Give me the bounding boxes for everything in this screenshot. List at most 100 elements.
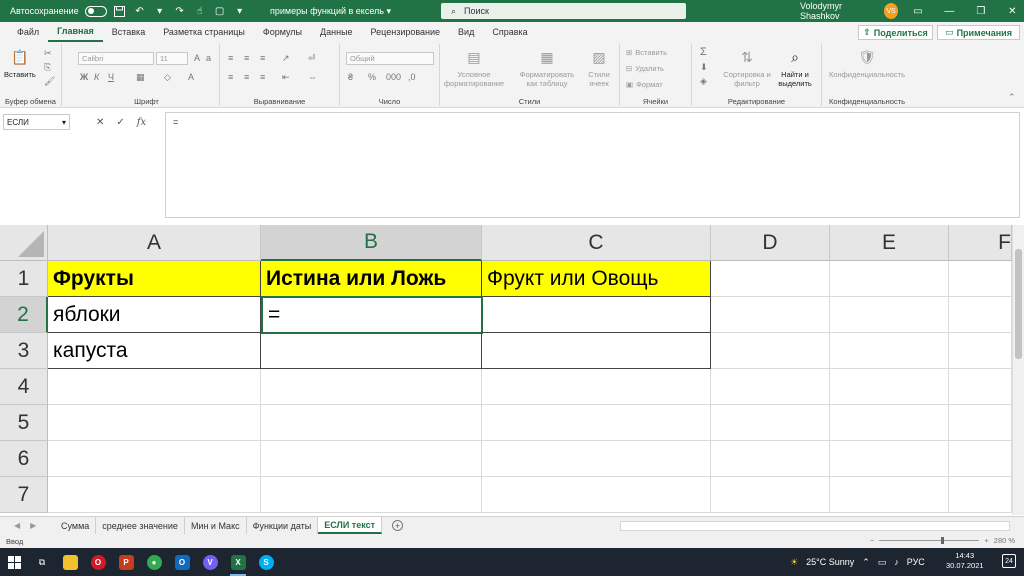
delete-cells-button[interactable]: ⊟ Удалить xyxy=(626,64,664,73)
align-middle-icon[interactable]: ≡ xyxy=(244,53,249,63)
touch-mode-icon[interactable]: ☝ xyxy=(193,4,207,18)
row-header-1[interactable]: 1 xyxy=(0,261,48,297)
decimal-icon[interactable]: ,0 xyxy=(408,72,416,82)
powerpoint-icon[interactable]: P xyxy=(112,548,140,576)
cell-d6[interactable] xyxy=(711,441,830,477)
cell-a4[interactable] xyxy=(48,369,261,405)
excel-icon[interactable]: X xyxy=(224,548,252,576)
format-painter-icon[interactable]: 🖌 xyxy=(44,76,55,87)
column-header-e[interactable]: E xyxy=(830,225,949,261)
format-as-table-button[interactable]: ▦ Форматировать как таблицу xyxy=(516,46,578,89)
format-cells-button[interactable]: ▣ Формат xyxy=(626,80,663,89)
column-header-d[interactable]: D xyxy=(711,225,830,261)
share-button[interactable]: ⇪ Поделиться xyxy=(858,25,933,40)
row-header-5[interactable]: 5 xyxy=(0,405,48,441)
cancel-icon[interactable]: ✕ xyxy=(96,117,104,128)
collapse-ribbon-icon[interactable]: ⌃ xyxy=(1008,92,1016,103)
cell-d4[interactable] xyxy=(711,369,830,405)
windows-start-icon[interactable] xyxy=(0,548,28,576)
cell-d2[interactable] xyxy=(711,297,830,333)
minimize-icon[interactable]: — xyxy=(938,6,961,17)
ribbon-display-icon[interactable]: ▭ xyxy=(906,6,929,17)
clock[interactable]: 14:43 30.07.2021 xyxy=(946,551,984,571)
tab-view[interactable]: Вид xyxy=(449,22,483,42)
clear-icon[interactable]: ◈ xyxy=(700,76,707,87)
underline-icon[interactable]: Ч xyxy=(108,72,114,82)
row-header-3[interactable]: 3 xyxy=(0,333,48,369)
indent-icon[interactable]: ⇤ xyxy=(282,72,290,83)
cell-c2[interactable] xyxy=(482,297,711,333)
shrink-font-icon[interactable]: a xyxy=(206,53,211,63)
cell-b6[interactable] xyxy=(261,441,482,477)
cell-b1[interactable]: Истина или Ложь xyxy=(261,261,482,297)
weather-text[interactable]: 25°C Sunny xyxy=(806,557,854,567)
cell-b5[interactable] xyxy=(261,405,482,441)
align-center-icon[interactable]: ≡ xyxy=(244,72,249,82)
save-icon[interactable] xyxy=(113,4,127,18)
cell-f3[interactable] xyxy=(949,333,1012,369)
cell-e7[interactable] xyxy=(830,477,949,513)
user-name[interactable]: Volodymyr Shashkov xyxy=(800,1,876,21)
row-header-6[interactable]: 6 xyxy=(0,441,48,477)
restore-icon[interactable]: ❐ xyxy=(969,6,992,17)
cell-b4[interactable] xyxy=(261,369,482,405)
autosave-toggle[interactable] xyxy=(84,5,107,17)
cell-a6[interactable] xyxy=(48,441,261,477)
undo-icon[interactable]: ↶ xyxy=(133,4,147,18)
tab-file[interactable]: Файл xyxy=(8,22,48,42)
zoom-level[interactable]: 280 % xyxy=(994,536,1015,545)
conditional-formatting-button[interactable]: ▤ Условное форматирование xyxy=(444,46,504,89)
prev-sheet-icon[interactable]: ◀ xyxy=(14,521,20,530)
network-icon[interactable]: ▭ xyxy=(878,557,887,568)
tab-insert[interactable]: Вставка xyxy=(103,22,154,42)
cell-e5[interactable] xyxy=(830,405,949,441)
zoom-slider[interactable] xyxy=(879,537,980,544)
cell-f1[interactable] xyxy=(949,261,1012,297)
cell-a7[interactable] xyxy=(48,477,261,513)
font-color-icon[interactable]: A xyxy=(188,72,194,82)
notification-center-icon[interactable]: 24 xyxy=(1002,554,1016,568)
enter-icon[interactable]: ✓ xyxy=(116,117,124,128)
name-box[interactable]: ЕСЛИ ▾ xyxy=(3,114,70,130)
insert-function-icon[interactable]: fx xyxy=(137,117,146,128)
print-preview-icon[interactable]: ▢ xyxy=(213,4,227,18)
add-sheet-icon[interactable]: + xyxy=(392,520,404,531)
customize-qat-icon[interactable]: ▾ xyxy=(233,4,247,18)
cell-a2[interactable]: яблоки xyxy=(48,297,261,333)
cell-e3[interactable] xyxy=(830,333,949,369)
cell-f6[interactable] xyxy=(949,441,1012,477)
cell-c7[interactable] xyxy=(482,477,711,513)
tab-home[interactable]: Главная xyxy=(48,22,103,42)
row-header-4[interactable]: 4 xyxy=(0,369,48,405)
cell-a5[interactable] xyxy=(48,405,261,441)
number-format-select[interactable]: Общий xyxy=(346,52,434,65)
cell-c1[interactable]: Фрукт или Овощь xyxy=(482,261,711,297)
opera-icon[interactable]: O xyxy=(84,548,112,576)
zoom-out-icon[interactable]: − xyxy=(870,536,874,545)
cell-b2[interactable]: = xyxy=(261,296,483,334)
column-header-b[interactable]: B xyxy=(261,225,482,261)
sort-filter-button[interactable]: ⇅ Сортировка и фильтр xyxy=(722,46,772,89)
cell-b7[interactable] xyxy=(261,477,482,513)
fill-icon[interactable]: ⬇ xyxy=(700,62,708,73)
cell-e1[interactable] xyxy=(830,261,949,297)
redo-icon[interactable]: ↷ xyxy=(173,4,187,18)
paste-button[interactable]: 📋 Вставить xyxy=(4,46,36,80)
find-select-button[interactable]: ⌕ Найти и выделить xyxy=(772,46,818,89)
wrap-text-icon[interactable]: ⏎ xyxy=(308,53,316,64)
align-left-icon[interactable]: ≡ xyxy=(228,72,233,82)
sheet-tab[interactable]: Сумма xyxy=(55,517,97,534)
viber-icon[interactable]: V xyxy=(196,548,224,576)
vertical-scroll-thumb[interactable] xyxy=(1015,249,1022,359)
cell-c3[interactable] xyxy=(482,333,711,369)
fill-color-icon[interactable]: ◇ xyxy=(164,72,171,83)
sheet-tab[interactable]: среднее значение xyxy=(96,517,185,534)
cell-e6[interactable] xyxy=(830,441,949,477)
cell-d1[interactable] xyxy=(711,261,830,297)
cell-f2[interactable] xyxy=(949,297,1012,333)
column-header-c[interactable]: C xyxy=(482,225,711,261)
skype-icon[interactable]: S xyxy=(252,548,280,576)
select-all-button[interactable] xyxy=(0,225,48,261)
column-header-f[interactable]: F xyxy=(949,225,1012,261)
cell-e2[interactable] xyxy=(830,297,949,333)
